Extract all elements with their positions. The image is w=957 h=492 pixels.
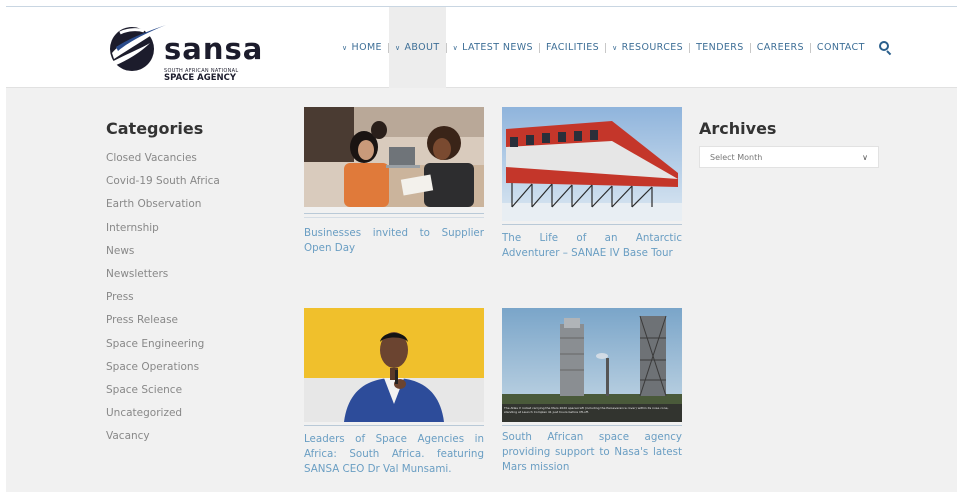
logo-subtitle-line2: SPACE AGENCY bbox=[164, 73, 237, 83]
nav-careers[interactable]: CAREERS bbox=[751, 7, 810, 88]
post-card: Leaders of Space Agencies in Africa: Sou… bbox=[304, 308, 484, 477]
category-link[interactable]: Closed Vacancies bbox=[106, 147, 266, 170]
post-divider bbox=[304, 425, 484, 426]
categories-list: Closed Vacancies Covid-19 South Africa E… bbox=[106, 147, 266, 449]
post-card: The Atlas V rocket carrying the Mars 202… bbox=[502, 308, 682, 475]
nav-facilities[interactable]: FACILITIES bbox=[540, 7, 605, 88]
site-header: sansa SOUTH AFRICAN NATIONAL SPACE AGENC… bbox=[6, 7, 957, 88]
post-divider bbox=[502, 425, 682, 426]
nav-contact[interactable]: CONTACT bbox=[811, 7, 871, 88]
category-link[interactable]: Press bbox=[106, 286, 266, 309]
logo-wordmark: sansa bbox=[164, 32, 264, 66]
post-divider bbox=[304, 213, 484, 214]
archives-month-select[interactable]: Select Month ∨ bbox=[699, 146, 879, 168]
nav-careers-label: CAREERS bbox=[756, 42, 804, 53]
photo-caption: The Atlas V rocket carrying the Mars 202… bbox=[504, 406, 669, 414]
post-thumbnail[interactable] bbox=[502, 107, 682, 221]
post-title-link[interactable]: Businesses invited to Supplier Open Day bbox=[304, 226, 484, 256]
post-card: Businesses invited to Supplier Open Day bbox=[304, 107, 484, 256]
post-title-link[interactable]: The Life of an Antarctic Adventurer – SA… bbox=[502, 231, 682, 261]
categories-title: Categories bbox=[106, 119, 204, 138]
chevron-down-icon: ∨ bbox=[862, 152, 868, 162]
category-link[interactable]: Uncategorized bbox=[106, 402, 266, 425]
category-link[interactable]: Covid-19 South Africa bbox=[106, 170, 266, 193]
nav-home-label: HOME bbox=[351, 42, 382, 53]
chevron-down-icon: ∨ bbox=[394, 43, 401, 52]
post-thumbnail[interactable] bbox=[304, 308, 484, 422]
nav-contact-label: CONTACT bbox=[816, 42, 865, 53]
nav-about-label: ABOUT bbox=[404, 42, 440, 53]
archives-select-value: Select Month bbox=[710, 152, 763, 162]
nav-latest-news-label: LATEST NEWS bbox=[462, 42, 533, 53]
post-title-link[interactable]: South African space agency providing sup… bbox=[502, 430, 682, 475]
post-thumbnail[interactable] bbox=[304, 107, 484, 207]
categories-widget: Categories Closed Vacancies Covid-19 Sou… bbox=[106, 119, 266, 449]
business-meeting-image bbox=[304, 107, 484, 207]
category-link[interactable]: Earth Observation bbox=[106, 193, 266, 216]
nav-tenders-label: TENDERS bbox=[696, 42, 744, 53]
category-link[interactable]: Space Science bbox=[106, 379, 266, 402]
chevron-down-icon: ∨ bbox=[612, 43, 618, 52]
category-link[interactable]: Newsletters bbox=[106, 263, 266, 286]
archives-title: Archives bbox=[699, 119, 777, 138]
page: sansa SOUTH AFRICAN NATIONAL SPACE AGENC… bbox=[6, 6, 957, 492]
sansa-globe-icon bbox=[110, 25, 166, 71]
rocket-launch-pad-image bbox=[502, 308, 682, 422]
nav-latest-news[interactable]: ∨ LATEST NEWS bbox=[447, 7, 539, 88]
post-divider bbox=[304, 217, 484, 218]
archives-widget: Archives Select Month ∨ bbox=[699, 119, 879, 168]
post-thumbnail[interactable]: The Atlas V rocket carrying the Mars 202… bbox=[502, 308, 682, 422]
nav-resources[interactable]: ∨ RESOURCES bbox=[606, 7, 689, 88]
nav-facilities-label: FACILITIES bbox=[545, 42, 600, 53]
nav-resources-label: RESOURCES bbox=[621, 42, 684, 53]
main-nav: ∨ HOME ∨ ABOUT ∨ LATEST NEWS FACILITIES ∨ RE… bbox=[336, 7, 893, 88]
nav-about[interactable]: ∨ ABOUT bbox=[388, 7, 446, 88]
category-link[interactable]: Space Engineering bbox=[106, 333, 266, 356]
nav-home[interactable]: ∨ HOME bbox=[336, 7, 388, 88]
post-divider bbox=[502, 224, 682, 225]
chevron-down-icon: ∨ bbox=[452, 43, 459, 52]
nav-tenders[interactable]: TENDERS bbox=[690, 7, 750, 88]
antarctic-base-image bbox=[502, 107, 682, 221]
category-link[interactable]: News bbox=[106, 240, 266, 263]
sansa-logo[interactable]: sansa SOUTH AFRICAN NATIONAL SPACE AGENC… bbox=[106, 19, 276, 83]
post-title-link[interactable]: Leaders of Space Agencies in Africa: Sou… bbox=[304, 432, 484, 477]
category-link[interactable]: Press Release bbox=[106, 309, 266, 332]
post-card: The Life of an Antarctic Adventurer – SA… bbox=[502, 107, 682, 261]
category-link[interactable]: Vacancy bbox=[106, 425, 266, 448]
category-link[interactable]: Space Operations bbox=[106, 356, 266, 379]
search-icon[interactable] bbox=[878, 40, 893, 55]
speaker-portrait-image bbox=[304, 308, 484, 422]
chevron-down-icon: ∨ bbox=[342, 43, 348, 52]
category-link[interactable]: Internship bbox=[106, 217, 266, 240]
